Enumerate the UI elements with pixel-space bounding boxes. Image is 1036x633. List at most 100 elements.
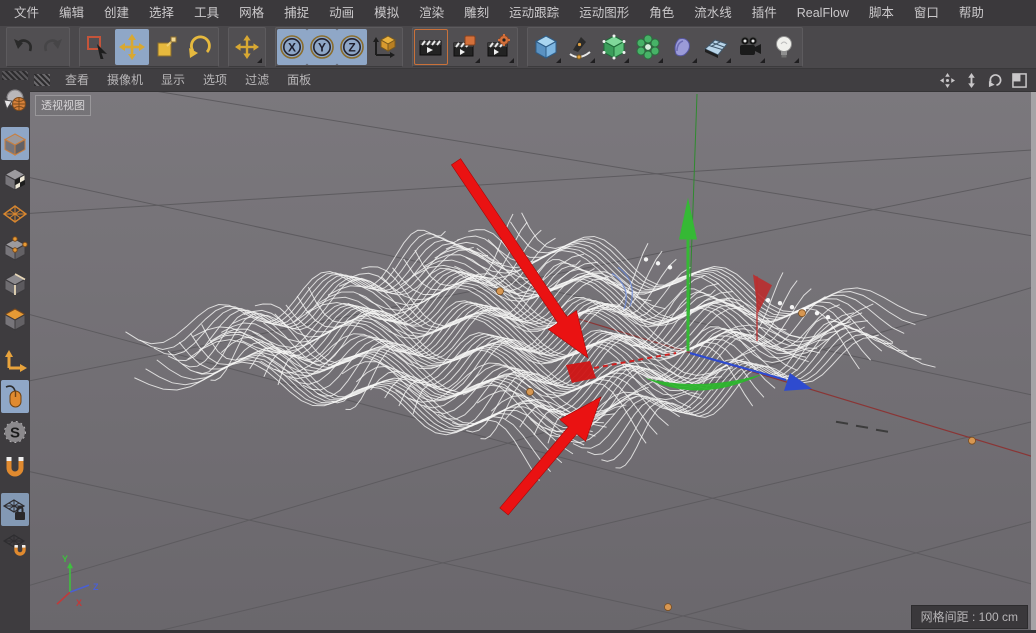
zoom-icon	[964, 73, 979, 88]
menu-item[interactable]: 工具	[184, 0, 229, 26]
viewport-canvas[interactable]: YZX	[30, 92, 1036, 633]
model-mode-button[interactable]	[1, 127, 29, 160]
lock-y-button[interactable]: Y	[307, 29, 337, 65]
move-tool-button[interactable]	[115, 29, 149, 65]
view-controls	[938, 71, 1036, 89]
menu-item[interactable]: 插件	[742, 0, 787, 26]
menu-item[interactable]: 运动图形	[569, 0, 639, 26]
x-axis-icon: X	[279, 34, 305, 60]
viewport-menu-item[interactable]: 查看	[56, 69, 98, 91]
viewport-tweak-button[interactable]	[1, 380, 29, 413]
dropdown-corner	[794, 58, 799, 63]
move-icon	[235, 35, 259, 59]
texture-mode-icon	[2, 166, 28, 192]
environment-button[interactable]	[699, 29, 733, 65]
last-tool-button[interactable]	[230, 29, 264, 65]
rotate-view-button[interactable]	[986, 71, 1004, 89]
coordinate-system-icon	[371, 34, 397, 60]
undo-redo-group	[6, 27, 70, 67]
pan-icon	[940, 73, 955, 88]
camera-button[interactable]	[733, 29, 767, 65]
menu-item[interactable]: 捕捉	[274, 0, 319, 26]
spline-pen-button[interactable]	[563, 29, 597, 65]
menu-item[interactable]: 帮助	[949, 0, 994, 26]
edges-mode-icon	[2, 271, 28, 297]
mograph-button[interactable]	[631, 29, 665, 65]
menu-item[interactable]: 选择	[139, 0, 184, 26]
y-axis-icon: Y	[309, 34, 335, 60]
perspective-viewport[interactable]: YZX 透视视图 网格间距 : 100 cm	[30, 92, 1036, 633]
light-button[interactable]	[767, 29, 801, 65]
menu-item[interactable]: 文件	[4, 0, 49, 26]
menu-item[interactable]: 动画	[319, 0, 364, 26]
mouse-icon	[2, 384, 28, 410]
live-selection-button[interactable]	[81, 29, 115, 65]
cinema4d-window: 文件编辑创建选择工具网格捕捉动画模拟渲染雕刻运动跟踪运动图形角色流水线插件Rea…	[0, 0, 1036, 633]
redo-icon	[41, 35, 65, 59]
s-mode-button[interactable]: S	[1, 415, 29, 448]
polygons-mode-button[interactable]	[1, 302, 29, 335]
viewport-menu-grip[interactable]	[34, 74, 50, 86]
menu-item[interactable]: 雕刻	[454, 0, 499, 26]
texture-mode-button[interactable]	[1, 162, 29, 195]
menu-item[interactable]: 运动跟踪	[499, 0, 569, 26]
scale-icon	[153, 34, 179, 60]
enable-axis-button[interactable]	[1, 345, 29, 378]
floor-icon	[703, 34, 729, 60]
viewport-menu-item[interactable]: 面板	[278, 69, 320, 91]
dropdown-corner	[509, 58, 514, 63]
workplane-snap-icon	[2, 532, 28, 558]
green-cube-icon	[601, 34, 627, 60]
deformer-button[interactable]	[665, 29, 699, 65]
rotate-tool-button[interactable]	[183, 29, 217, 65]
primitive-cube-button[interactable]	[529, 29, 563, 65]
deformer-icon	[669, 34, 695, 60]
view-label[interactable]: 透视视图	[35, 95, 91, 116]
undo-icon	[11, 35, 35, 59]
menu-item[interactable]: 网格	[229, 0, 274, 26]
snap-toggle-button[interactable]	[1, 450, 29, 483]
points-mode-button[interactable]	[1, 232, 29, 265]
lock-z-button[interactable]: Z	[337, 29, 367, 65]
zoom-view-button[interactable]	[962, 71, 980, 89]
maximize-view-button[interactable]	[1010, 71, 1028, 89]
render-picture-viewer-button[interactable]	[448, 29, 482, 65]
dropdown-corner	[726, 58, 731, 63]
snap-workplane-button[interactable]	[1, 528, 29, 561]
menu-item[interactable]: 渲染	[409, 0, 454, 26]
lock-workplane-button[interactable]	[1, 493, 29, 526]
menu-item[interactable]: RealFlow	[787, 0, 859, 26]
redo-button[interactable]	[38, 29, 68, 65]
menu-item[interactable]: 角色	[639, 0, 684, 26]
pan-view-button[interactable]	[938, 71, 956, 89]
make-editable-button[interactable]	[1, 84, 29, 117]
subdivision-surface-button[interactable]	[597, 29, 631, 65]
make-editable-icon	[2, 88, 28, 114]
undo-button[interactable]	[8, 29, 38, 65]
menu-bar: 文件编辑创建选择工具网格捕捉动画模拟渲染雕刻运动跟踪运动图形角色流水线插件Rea…	[0, 0, 1036, 26]
dropdown-corner	[760, 58, 765, 63]
viewport-menu-item[interactable]: 摄像机	[98, 69, 152, 91]
render-settings-button[interactable]	[482, 29, 516, 65]
scale-tool-button[interactable]	[149, 29, 183, 65]
camera-icon	[737, 34, 763, 60]
dropdown-corner	[257, 58, 262, 63]
render-settings-icon	[486, 34, 512, 60]
edges-mode-button[interactable]	[1, 267, 29, 300]
menu-item[interactable]: 窗口	[904, 0, 949, 26]
menu-item[interactable]: 脚本	[859, 0, 904, 26]
viewport-menu-item[interactable]: 显示	[152, 69, 194, 91]
workplane-mode-button[interactable]	[1, 197, 29, 230]
viewport-menu-item[interactable]: 选项	[194, 69, 236, 91]
cube-icon	[533, 34, 559, 60]
coordinate-system-button[interactable]	[367, 29, 401, 65]
lock-x-button[interactable]: X	[277, 29, 307, 65]
menu-item[interactable]: 流水线	[684, 0, 742, 26]
menu-item[interactable]: 模拟	[364, 0, 409, 26]
render-view-button[interactable]	[414, 29, 448, 65]
menu-item[interactable]: 编辑	[49, 0, 94, 26]
menu-item[interactable]: 创建	[94, 0, 139, 26]
palette-grip[interactable]	[2, 71, 28, 80]
axis-lock-group: X Y Z	[275, 27, 403, 67]
viewport-menu-item[interactable]: 过滤	[236, 69, 278, 91]
